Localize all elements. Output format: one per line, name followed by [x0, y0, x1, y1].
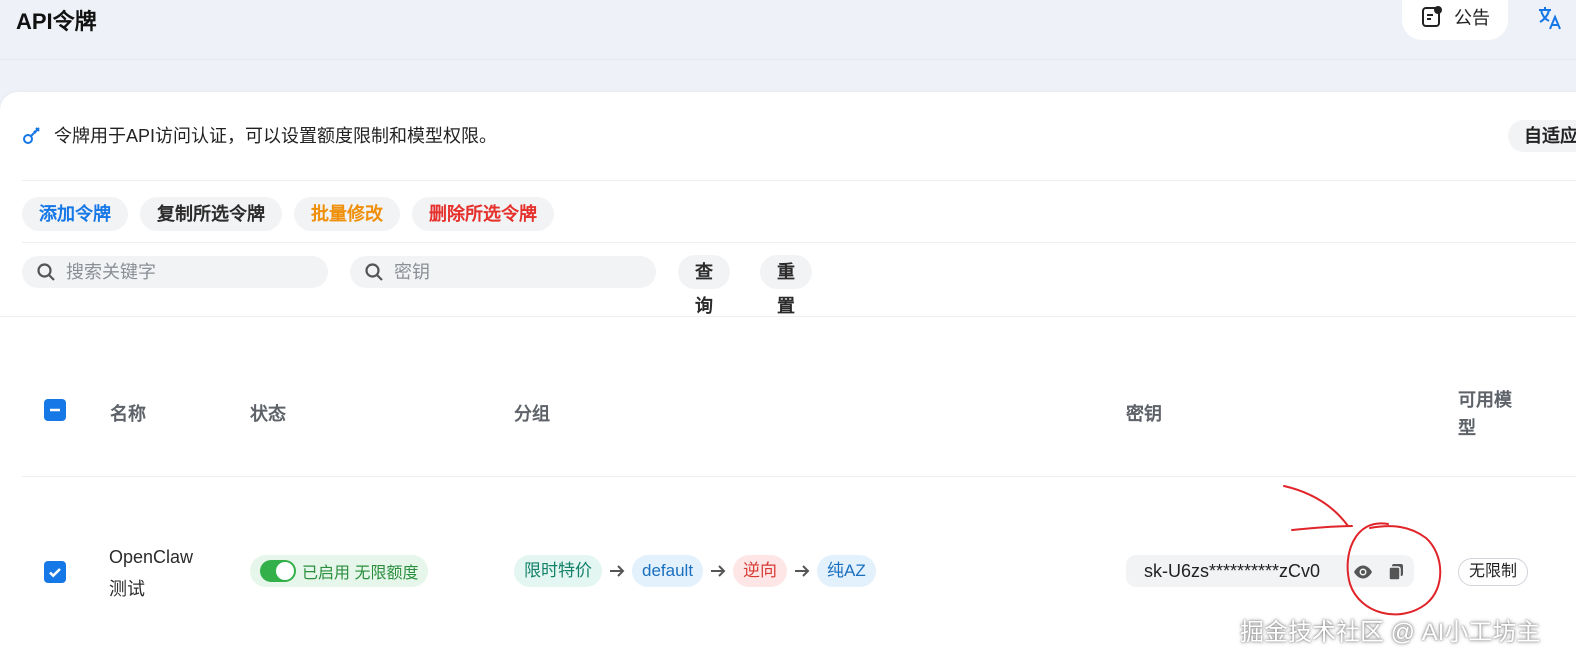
- eye-icon: [1354, 565, 1372, 579]
- group-tag: 纯AZ: [817, 555, 876, 587]
- column-header-key: 密钥: [1126, 404, 1162, 424]
- page-title: API令牌: [16, 9, 97, 34]
- show-key-button[interactable]: [1352, 561, 1374, 583]
- column-header-name: 名称: [110, 404, 146, 424]
- column-header-group: 分组: [514, 404, 550, 424]
- key-search-input[interactable]: [394, 261, 634, 283]
- copy-icon: [1388, 564, 1403, 581]
- api-key-field: sk-U6zs**********zCv0: [1126, 555, 1414, 587]
- group-chain: 限时特价 default 逆向 纯AZ: [514, 555, 876, 587]
- key-icon: [23, 127, 40, 144]
- minus-icon: [50, 408, 60, 412]
- info-text: 令牌用于API访问认证，可以设置额度限制和模型权限。: [54, 126, 498, 146]
- notice-icon: [1422, 6, 1442, 27]
- group-tag: default: [632, 555, 704, 587]
- key-search[interactable]: [350, 256, 656, 288]
- batch-edit-button[interactable]: 批量修改: [294, 197, 400, 231]
- status-text: 已启用 无限额度: [302, 565, 419, 582]
- arrow-right-icon: [610, 565, 625, 577]
- keyword-search-input[interactable]: [66, 261, 306, 283]
- copy-key-button[interactable]: [1385, 561, 1407, 583]
- add-token-button[interactable]: 添加令牌: [22, 197, 128, 231]
- status-badge: 已启用 无限额度: [250, 555, 429, 587]
- select-all-checkbox[interactable]: [44, 399, 66, 421]
- group-tag: 限时特价: [514, 555, 602, 587]
- group-tag: 逆向: [733, 555, 788, 587]
- reset-button[interactable]: 重置: [760, 255, 812, 316]
- column-header-status: 状态: [250, 404, 286, 424]
- watermark: 掘金技术社区 @ AI小工坊主: [1240, 619, 1541, 646]
- tokens-card: 令牌用于API访问认证，可以设置额度限制和模型权限。 自适应 添加令牌 复制所选…: [0, 92, 1576, 664]
- token-name: OpenClaw: [109, 547, 194, 567]
- query-button[interactable]: 查询: [678, 255, 730, 316]
- search-icon: [37, 263, 55, 281]
- adapt-button[interactable]: 自适应: [1508, 120, 1576, 152]
- column-header-models-wrap: 型: [1458, 418, 1476, 438]
- models-tag: 无限制: [1458, 558, 1529, 586]
- token-name-wrap: 测试: [109, 579, 145, 599]
- action-bar: 添加令牌 复制所选令牌 批量修改 删除所选令牌: [22, 197, 554, 231]
- notice-button[interactable]: 公告: [1402, 0, 1508, 40]
- info-banner: 令牌用于API访问认证，可以设置额度限制和模型权限。: [22, 122, 497, 148]
- column-header-models: 可用模: [1458, 390, 1512, 410]
- search-icon: [365, 263, 383, 281]
- arrow-right-icon: [711, 565, 726, 577]
- enabled-toggle[interactable]: [260, 560, 296, 582]
- top-bar: API令牌 公告: [0, 0, 1576, 60]
- check-icon: [49, 568, 61, 578]
- delete-selected-button[interactable]: 删除所选令牌: [412, 197, 554, 231]
- divider: [22, 242, 1576, 243]
- copy-selected-button[interactable]: 复制所选令牌: [140, 197, 282, 231]
- divider: [0, 316, 1576, 317]
- keyword-search[interactable]: [22, 256, 328, 288]
- api-key-value: sk-U6zs**********zCv0: [1144, 560, 1321, 581]
- divider: [22, 180, 1576, 181]
- arrow-right-icon: [795, 565, 810, 577]
- notice-label: 公告: [1454, 8, 1490, 28]
- translate-icon[interactable]: [1536, 4, 1564, 32]
- divider: [22, 476, 1576, 477]
- row-checkbox[interactable]: [44, 561, 66, 583]
